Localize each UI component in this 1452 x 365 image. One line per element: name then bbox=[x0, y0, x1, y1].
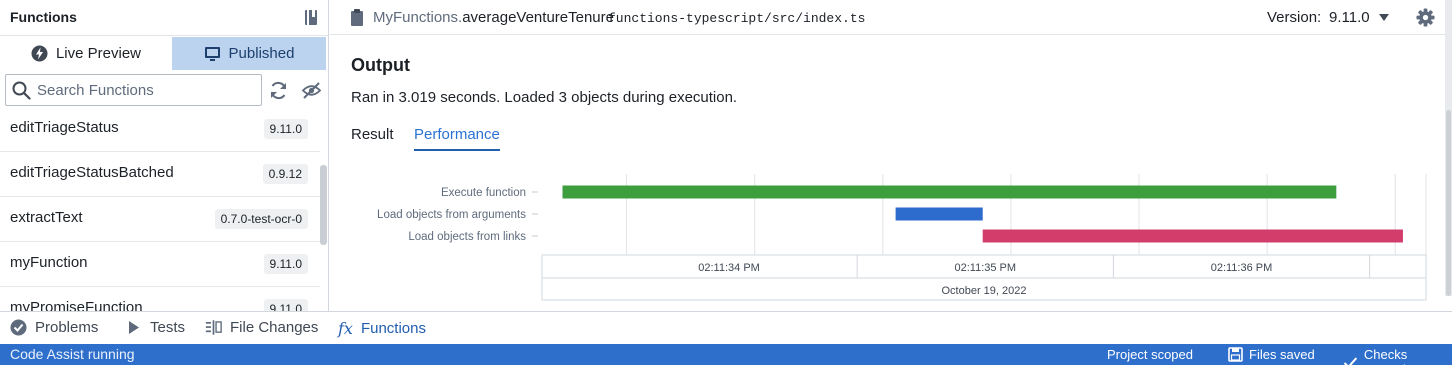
check-circle-icon bbox=[10, 319, 27, 336]
functions-panel: Functions Live Preview Published Search … bbox=[0, 0, 329, 311]
file-path: functions-typescript/src/index.ts bbox=[608, 11, 866, 26]
function-title: averageVentureTenure bbox=[462, 9, 614, 26]
version-badge: 9.11.0 bbox=[263, 119, 308, 139]
files-saved-status[interactable]: Files saved bbox=[1228, 347, 1315, 362]
version-badge: 9.11.0 bbox=[263, 254, 308, 274]
tab-live-preview[interactable]: Live Preview bbox=[0, 37, 172, 70]
function-name: myPromiseFunction bbox=[10, 299, 143, 311]
function-name: editTriageStatusBatched bbox=[10, 164, 174, 181]
checks-status[interactable]: Checks passed bbox=[1343, 347, 1452, 365]
search-icon bbox=[12, 81, 31, 100]
output-status: Ran in 3.019 seconds. Loaded 3 objects d… bbox=[351, 89, 738, 106]
function-name: myFunction bbox=[10, 254, 88, 271]
book-icon[interactable] bbox=[304, 9, 318, 26]
project-scope-label: Project scoped bbox=[1107, 347, 1193, 362]
eye-off-icon[interactable] bbox=[301, 80, 322, 101]
list-item[interactable]: editTriageStatus 9.11.0 bbox=[0, 107, 320, 152]
timeline-bar[interactable] bbox=[562, 185, 1337, 199]
date-label: October 19, 2022 bbox=[941, 285, 1026, 297]
version-badge: 0.7.0-test-ocr-0 bbox=[214, 209, 308, 229]
monitor-icon bbox=[204, 47, 220, 61]
gear-icon[interactable] bbox=[1416, 8, 1435, 27]
fx-icon: fx bbox=[338, 319, 353, 338]
tab-published-label: Published bbox=[228, 45, 295, 62]
tab-tests-label: Tests bbox=[150, 319, 186, 336]
timeline-bar[interactable] bbox=[895, 207, 983, 221]
file-changes-icon bbox=[205, 320, 222, 335]
tab-functions-label: Functions bbox=[360, 320, 426, 337]
tick-label: 02:11:34 PM bbox=[698, 262, 760, 274]
tick-label: 02:11:35 PM bbox=[954, 262, 1016, 274]
tab-functions[interactable]: fx Functions bbox=[338, 319, 426, 338]
check-icon bbox=[1343, 356, 1358, 365]
output-title: Output bbox=[351, 55, 410, 75]
tab-file-changes-label: File Changes bbox=[230, 319, 319, 336]
tab-tests[interactable]: Tests bbox=[125, 319, 185, 336]
tab-problems[interactable]: Problems bbox=[10, 319, 98, 336]
checks-label: Checks passed bbox=[1363, 347, 1408, 365]
play-icon bbox=[129, 321, 139, 334]
namespace-label: MyFunctions. bbox=[373, 9, 463, 26]
function-name: editTriageStatus bbox=[10, 119, 119, 136]
tab-file-changes[interactable]: File Changes bbox=[205, 319, 318, 336]
lightning-icon bbox=[31, 45, 48, 62]
code-assist-status[interactable]: Code Assist running bbox=[10, 346, 135, 362]
list-item[interactable]: myPromiseFunction 9.11.0 bbox=[0, 287, 320, 311]
version-badge: 9.11.0 bbox=[263, 299, 308, 311]
timeline-bar[interactable] bbox=[982, 229, 1403, 243]
tab-problems-label: Problems bbox=[35, 319, 99, 336]
category-label: Load objects from arguments bbox=[377, 209, 526, 221]
tab-result[interactable]: Result bbox=[351, 126, 394, 149]
search-box bbox=[5, 74, 262, 106]
category-label: Execute function bbox=[441, 187, 526, 199]
refresh-icon[interactable] bbox=[268, 80, 289, 101]
mode-tabs: Live Preview Published bbox=[0, 37, 328, 70]
chevron-down-icon[interactable] bbox=[1379, 14, 1389, 21]
tab-published[interactable]: Published bbox=[172, 37, 326, 70]
status-bar: Code Assist running Project scoped Files… bbox=[0, 344, 1452, 365]
output-scrollbar[interactable] bbox=[1446, 110, 1451, 296]
tick-label: 02:11:36 PM bbox=[1211, 262, 1273, 274]
list-item[interactable]: extractText 0.7.0-test-ocr-0 bbox=[0, 197, 320, 242]
clipboard-icon bbox=[351, 9, 363, 26]
version-badge: 0.9.12 bbox=[262, 164, 308, 184]
project-scope-status[interactable]: Project scoped bbox=[1107, 347, 1193, 362]
search-input[interactable] bbox=[37, 75, 257, 105]
function-name: extractText bbox=[10, 209, 83, 226]
performance-timeline-chart: 02:11:34 PM02:11:35 PM02:11:36 PM02:11:3… bbox=[377, 174, 1427, 301]
bottom-panel-tabs: Problems Tests File Changes fx Functions bbox=[0, 311, 1452, 344]
tab-live-preview-label: Live Preview bbox=[55, 45, 142, 62]
version-select[interactable]: 9.11.0 bbox=[1329, 9, 1370, 26]
editor-header: MyFunctions.averageVentureTenure functio… bbox=[330, 0, 1452, 35]
functions-panel-title: Functions bbox=[10, 9, 77, 25]
list-item[interactable]: myFunction 9.11.0 bbox=[0, 242, 320, 287]
save-icon bbox=[1228, 347, 1243, 362]
category-label: Load objects from links bbox=[408, 231, 526, 243]
function-list: editTriageStatus 9.11.0 editTriageStatus… bbox=[0, 107, 320, 311]
function-list-scrollbar[interactable] bbox=[320, 165, 327, 245]
version-label: Version: bbox=[1267, 9, 1322, 26]
functions-panel-header: Functions bbox=[0, 0, 328, 36]
tab-performance[interactable]: Performance bbox=[414, 126, 500, 151]
function-breadcrumb: MyFunctions.averageVentureTenure bbox=[373, 9, 614, 26]
files-saved-label: Files saved bbox=[1249, 347, 1315, 362]
list-item[interactable]: editTriageStatusBatched 0.9.12 bbox=[0, 152, 320, 197]
